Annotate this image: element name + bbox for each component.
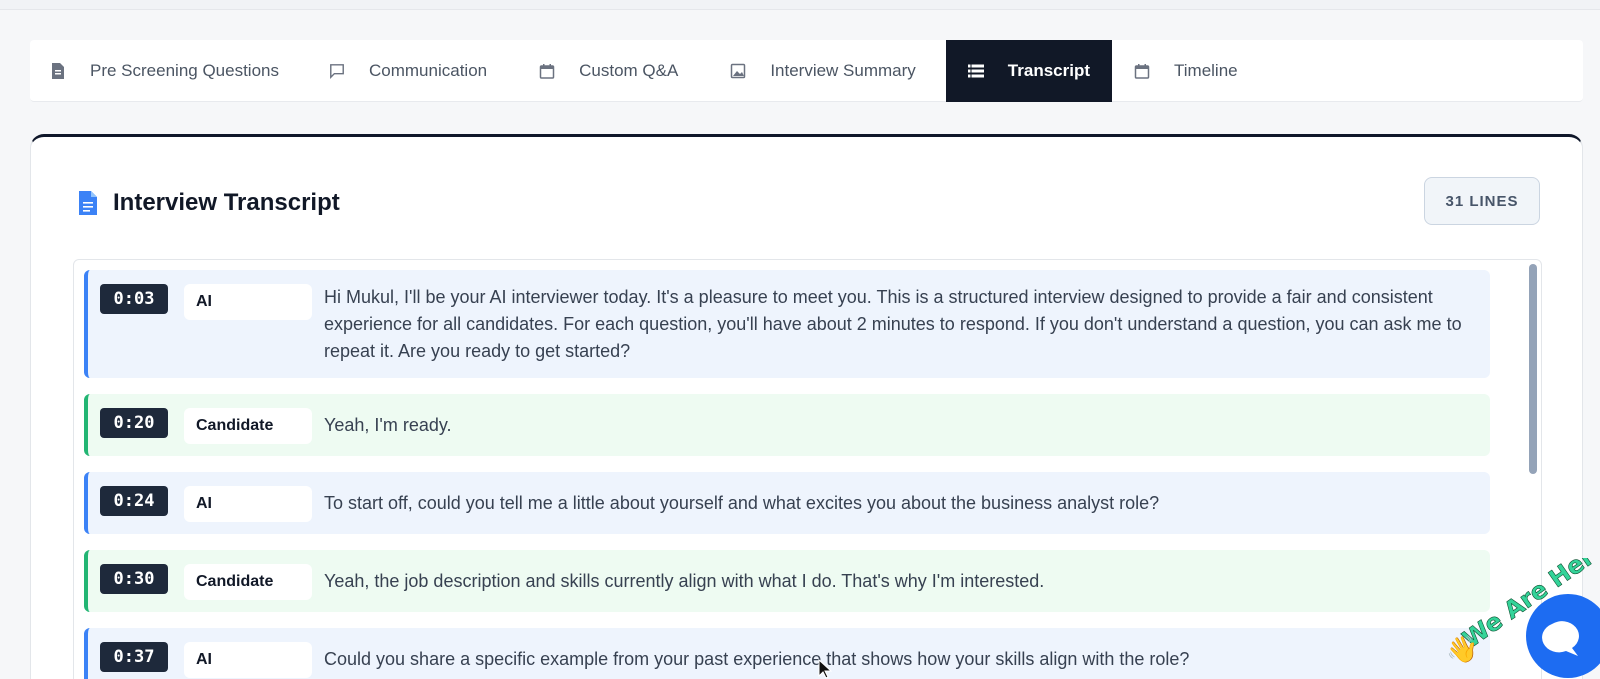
card-header: Interview Transcript <box>77 189 340 217</box>
transcript-text: Yeah, I'm ready. <box>324 414 452 435</box>
tab-label: Transcript <box>1007 61 1090 80</box>
speaker-label: Candidate <box>184 564 312 600</box>
image-icon <box>730 63 746 79</box>
scrollbar-thumb[interactable] <box>1529 264 1537 474</box>
line-count-badge: 31 LINES <box>1424 177 1540 225</box>
tab-bar: Pre Screening Questions Communication Cu… <box>30 40 1583 102</box>
calendar-icon <box>539 63 555 79</box>
timestamp-badge: 0:03 <box>100 284 168 314</box>
tab-label: Custom Q&A <box>579 61 679 80</box>
transcript-entry: 0:24 AI To start off, could you tell me … <box>84 472 1490 534</box>
tab-label: Timeline <box>1174 61 1238 80</box>
top-bar <box>0 0 1600 10</box>
transcript-entry: 0:37 AI Could you share a specific examp… <box>84 628 1490 679</box>
speaker-label: Candidate <box>184 408 312 444</box>
tab-transcript[interactable]: Transcript <box>945 40 1112 102</box>
transcript-list[interactable]: 0:03 AI Hi Mukul, I'll be your AI interv… <box>73 259 1542 679</box>
transcript-text: Hi Mukul, I'll be your AI interviewer to… <box>324 287 1462 361</box>
timestamp-badge: 0:20 <box>100 408 168 438</box>
transcript-text: Could you share a specific example from … <box>324 648 1190 669</box>
tab-communication[interactable]: Communication <box>307 40 517 102</box>
tab-label: Pre Screening Questions <box>90 61 279 80</box>
tab-timeline[interactable]: Timeline <box>1112 40 1260 102</box>
waving-hand-icon: 👋 <box>1446 634 1478 665</box>
transcript-entry: 0:20 Candidate Yeah, I'm ready. <box>84 394 1490 456</box>
transcript-text: To start off, could you tell me a little… <box>324 492 1160 513</box>
tab-label: Interview Summary <box>770 61 916 80</box>
speaker-label: AI <box>184 642 312 678</box>
transcript-entry: 0:30 Candidate Yeah, the job description… <box>84 550 1490 612</box>
timestamp-badge: 0:24 <box>100 486 168 516</box>
chat-bubble-icon <box>329 63 345 79</box>
timestamp-badge: 0:30 <box>100 564 168 594</box>
tab-custom-qa[interactable]: Custom Q&A <box>517 40 708 102</box>
timestamp-badge: 0:37 <box>100 642 168 672</box>
document-icon <box>77 189 99 217</box>
list-icon <box>967 63 984 79</box>
tab-label: Communication <box>369 61 488 80</box>
tab-pre-screening-questions[interactable]: Pre Screening Questions <box>30 40 307 102</box>
calendar-icon <box>1134 63 1150 79</box>
mouse-cursor-icon <box>818 658 833 679</box>
document-icon <box>50 63 66 79</box>
speaker-label: AI <box>184 486 312 522</box>
speaker-label: AI <box>184 284 312 320</box>
transcript-text: Yeah, the job description and skills cur… <box>324 570 1045 591</box>
transcript-entry: 0:03 AI Hi Mukul, I'll be your AI interv… <box>84 270 1490 378</box>
tab-interview-summary[interactable]: Interview Summary <box>708 40 945 102</box>
transcript-card: Interview Transcript 31 LINES 0:03 AI Hi… <box>30 134 1583 679</box>
chat-widget[interactable]: We Are Here 👋 <box>1440 533 1600 679</box>
page-title: Interview Transcript <box>113 189 340 216</box>
